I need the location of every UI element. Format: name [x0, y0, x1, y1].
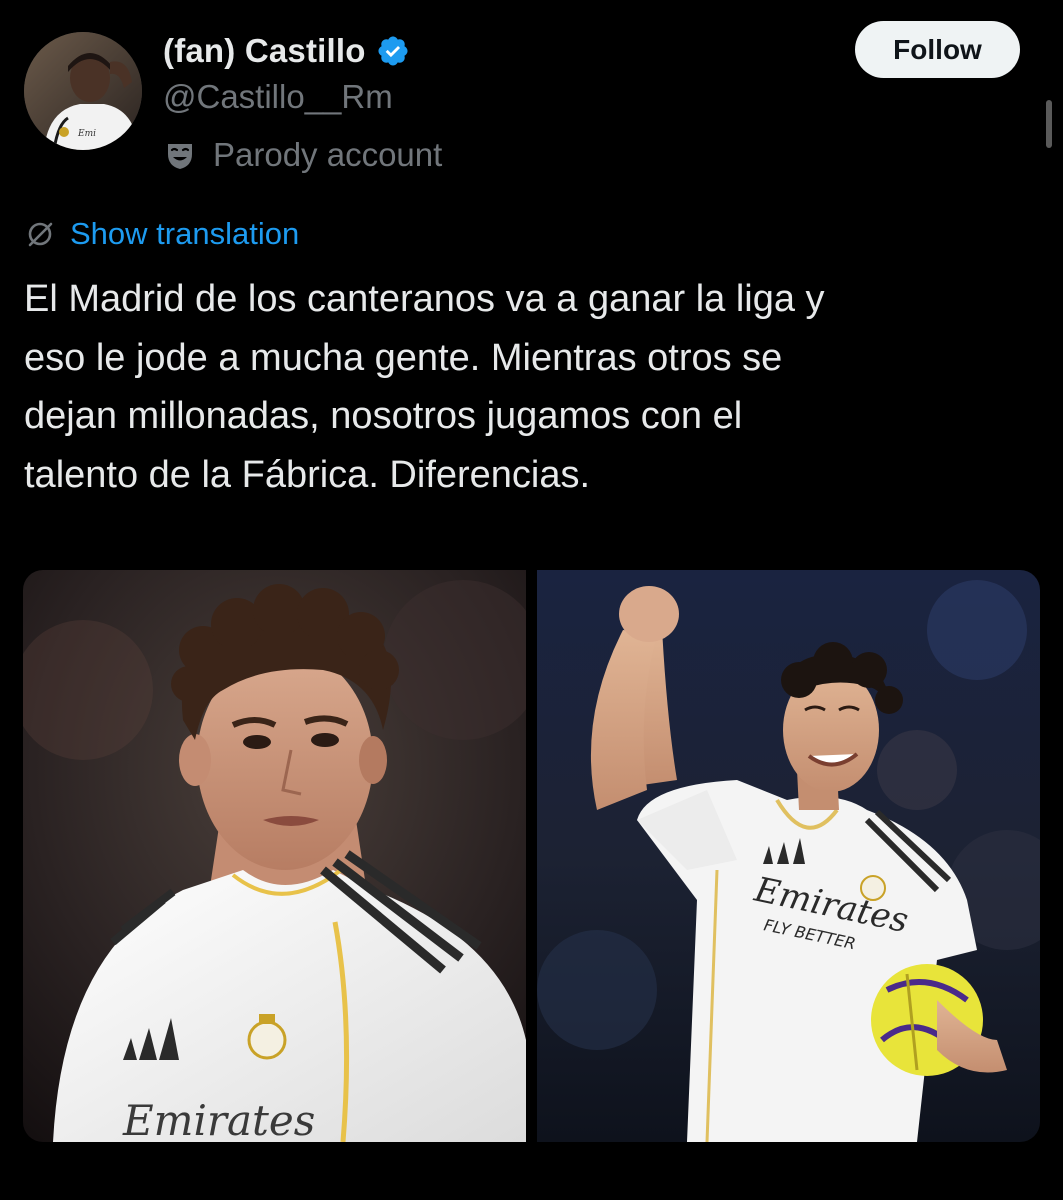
- media-grid: Emirates Emirates FLY BETTER: [23, 570, 1040, 1142]
- display-name-row: (fan) Castillo: [163, 26, 410, 76]
- verified-badge-icon: [376, 34, 410, 68]
- display-name[interactable]: (fan) Castillo: [163, 32, 366, 70]
- account-label: Parody account: [213, 136, 443, 173]
- tweet-text: El Madrid de los canteranos va a ganar l…: [24, 278, 825, 496]
- follow-button[interactable]: Follow: [855, 21, 1020, 78]
- tweet: Emi (fan) Castillo @Castillo__Rm Parody …: [0, 0, 1063, 1200]
- media-photo-1[interactable]: Emirates: [23, 570, 526, 1142]
- scrollbar[interactable]: [1046, 100, 1052, 148]
- translation-row: Show translation: [24, 212, 299, 256]
- svg-text:Emi: Emi: [77, 129, 96, 139]
- media-photo-2[interactable]: Emirates FLY BETTER: [537, 570, 1040, 1142]
- avatar[interactable]: Emi: [24, 32, 142, 150]
- theater-mask-icon: [163, 138, 197, 172]
- kit-sponsor-text: Emirates: [122, 1096, 315, 1142]
- avatar-image: Emi: [24, 32, 142, 150]
- handle[interactable]: @Castillo__Rm: [163, 78, 393, 116]
- translate-slash-icon: [24, 218, 56, 250]
- show-translation-link[interactable]: Show translation: [70, 216, 299, 252]
- account-label-row: Parody account: [163, 133, 442, 177]
